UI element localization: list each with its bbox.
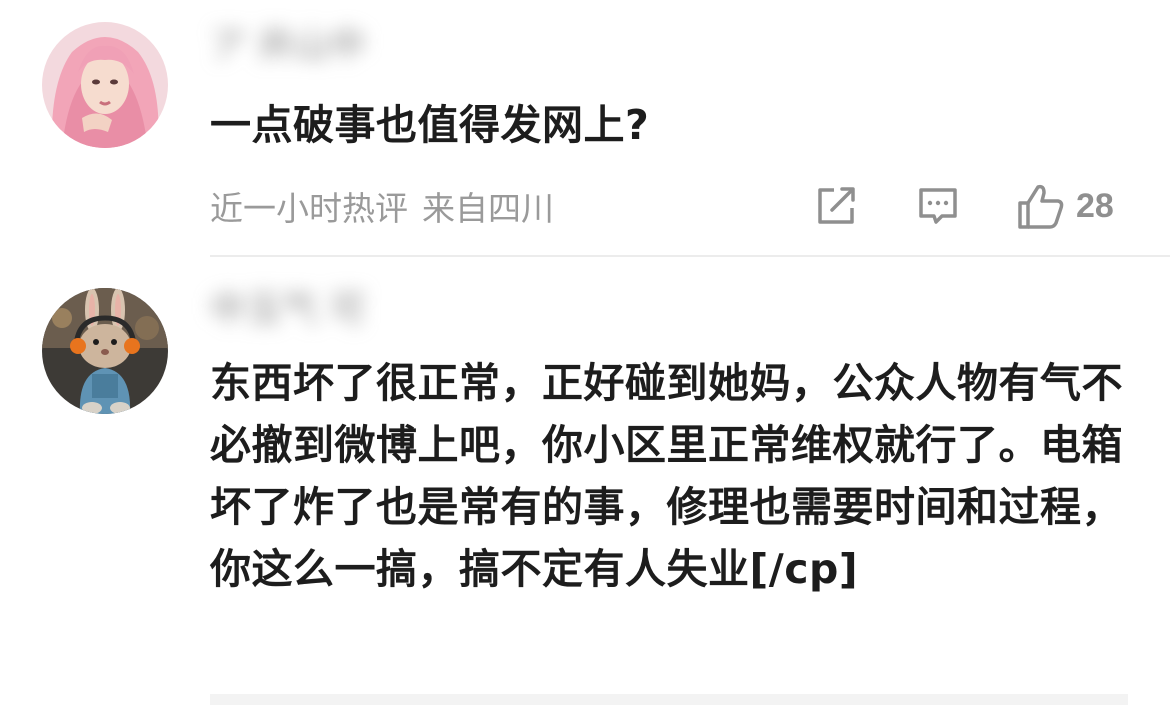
- comment-item-1: ア 井山中 一点破事也值得发网上? 近一小时热评 来自四川 28: [0, 0, 1170, 256]
- avatar[interactable]: [42, 288, 168, 414]
- avatar[interactable]: [42, 22, 168, 148]
- pink-hair-girl-avatar: [42, 22, 168, 148]
- next-section-divider: [210, 694, 1128, 705]
- divider: [210, 255, 1170, 257]
- repost-button[interactable]: [812, 180, 860, 232]
- comment-text: 东西坏了很正常，正好碰到她妈，公众人物有气不必撤到微博上吧，你小区里正常维权就行…: [210, 359, 1123, 593]
- comment-time: 近一小时热评: [210, 189, 408, 228]
- comment-button[interactable]: [916, 180, 960, 232]
- edit-square-icon: [818, 187, 855, 224]
- comment-item-2: 中玉气 可 东西坏了很正常，正好碰到她妈，公众人物有气不必撤到微博上吧，你小区里…: [0, 258, 1170, 705]
- like-count: 28: [1076, 186, 1114, 225]
- thumbs-up-icon: [1018, 184, 1064, 229]
- comment-actions: 28: [812, 180, 1132, 232]
- comment-bubble-icon: [919, 188, 957, 224]
- comment-text: 一点破事也值得发网上?: [210, 101, 650, 149]
- comment-meta: 近一小时热评 来自四川: [210, 184, 554, 228]
- comment-location: 来自四川: [422, 189, 554, 228]
- username[interactable]: 中玉气 可: [210, 288, 365, 332]
- like-button[interactable]: 28: [1016, 180, 1114, 232]
- username[interactable]: ア 井山中: [210, 24, 365, 68]
- rabbit-headphones-avatar: [42, 288, 168, 414]
